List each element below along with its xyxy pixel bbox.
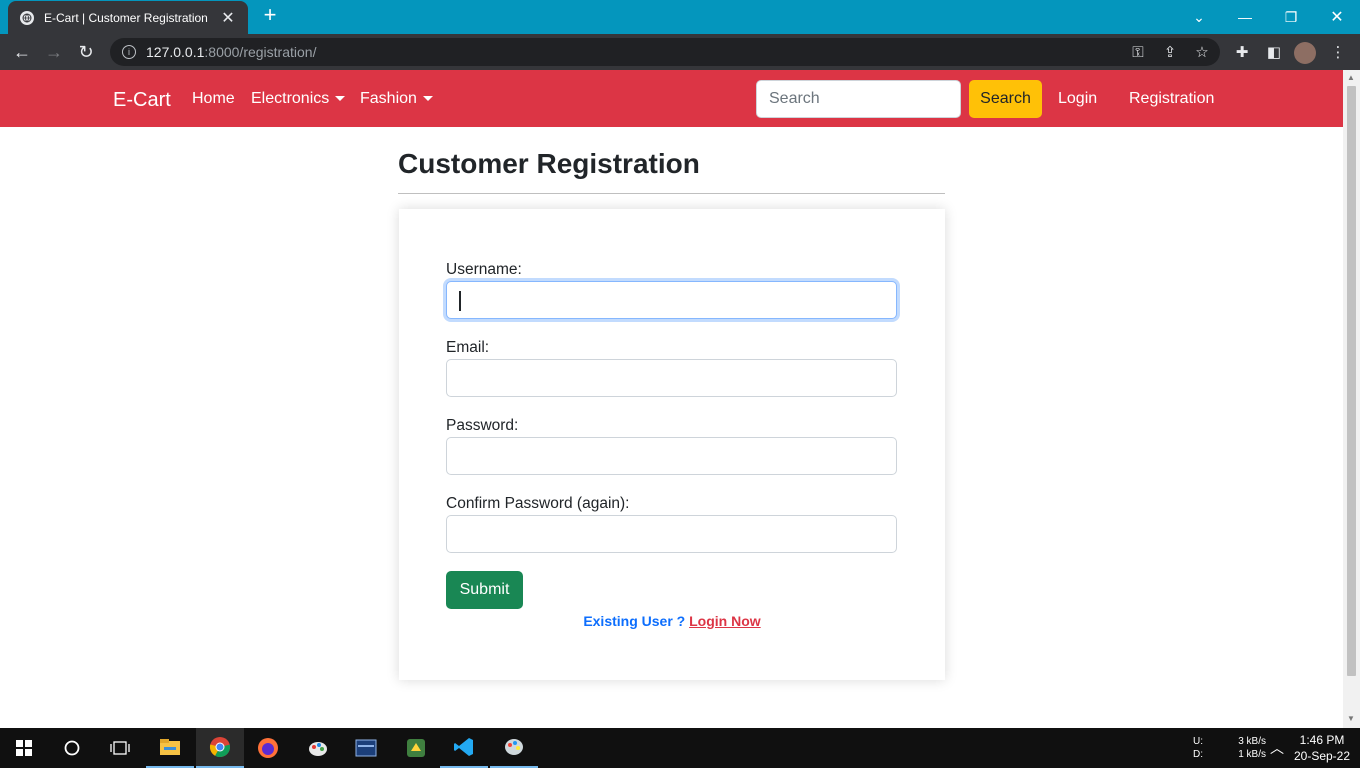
search-input[interactable]	[756, 80, 961, 118]
back-arrow-icon[interactable]: ←	[10, 40, 34, 64]
forward-arrow-icon[interactable]: →	[42, 40, 66, 64]
username-field[interactable]	[446, 281, 897, 319]
email-field[interactable]	[446, 359, 897, 397]
share-icon[interactable]: ⇪	[1158, 40, 1182, 64]
vscode-icon[interactable]	[440, 728, 488, 768]
menu-dots-icon[interactable]: ⋮	[1326, 40, 1350, 64]
nav-home[interactable]: Home	[192, 90, 235, 108]
existing-user-prompt: Existing User ? Login Now	[399, 613, 945, 629]
nav-electronics-label: Electronics	[251, 90, 330, 107]
file-explorer-icon[interactable]	[146, 728, 194, 768]
info-icon[interactable]: i	[122, 45, 136, 59]
net-down-value: 1 kB/s	[1238, 749, 1266, 760]
submit-button[interactable]: Submit	[446, 571, 523, 609]
minimize-button[interactable]: —	[1222, 0, 1268, 34]
confirm-password-label: Confirm Password (again):	[446, 495, 630, 512]
close-window-button[interactable]: ✕	[1314, 0, 1360, 34]
python-app-icon[interactable]	[392, 728, 440, 768]
confirm-password-field[interactable]	[446, 515, 897, 553]
login-now-link[interactable]: Login Now	[689, 613, 761, 629]
browser-tab[interactable]: E-Cart | Customer Registration ✕	[8, 1, 248, 34]
password-field[interactable]	[446, 437, 897, 475]
page-title: Customer Registration	[398, 148, 700, 179]
side-panel-icon[interactable]: ◧	[1262, 40, 1286, 64]
reload-icon[interactable]: ↻	[74, 40, 98, 64]
nav-fashion-dropdown[interactable]: Fashion	[360, 90, 433, 108]
chrome-icon[interactable]	[196, 728, 244, 768]
clock-time: 1:46 PM	[1299, 733, 1345, 747]
scrollbar-thumb[interactable]	[1347, 86, 1356, 676]
url-host: 127.0.0.1	[146, 44, 205, 60]
task-view-icon[interactable]	[96, 728, 144, 768]
url-path: :8000/registration/	[204, 44, 317, 60]
page-scrollbar[interactable]: ▲ ▼	[1343, 70, 1360, 728]
windows-taskbar: U: D: 3 kB/s 1 kB/s ︿ 1:46 PM 20-Sep-22	[0, 728, 1360, 768]
search-button[interactable]: Search	[969, 80, 1042, 118]
net-labels: U: D:	[1193, 735, 1203, 761]
address-bar[interactable]: i 127.0.0.1:8000/registration/	[110, 38, 1220, 66]
net-up-value: 3 kB/s	[1238, 736, 1266, 747]
nav-login[interactable]: Login	[1058, 90, 1097, 108]
nav-electronics-dropdown[interactable]: Electronics	[251, 90, 346, 108]
firefox-icon[interactable]	[244, 728, 292, 768]
caret-down-icon	[335, 96, 346, 102]
nav-fashion-label: Fashion	[360, 90, 417, 107]
tab-search-icon[interactable]: ⌄	[1176, 0, 1222, 34]
paint-app-icon[interactable]	[294, 728, 342, 768]
net-down-label: D:	[1193, 749, 1203, 760]
site-navbar: E-Cart Home Electronics Fashion Search L…	[0, 70, 1343, 127]
brand-link[interactable]: E-Cart	[113, 89, 171, 112]
restore-button[interactable]: ❐	[1268, 0, 1314, 34]
net-values: 3 kB/s 1 kB/s	[1230, 735, 1266, 761]
browser-toolbar: ← → ↻ i 127.0.0.1:8000/registration/ ⚿ ⇪…	[0, 34, 1360, 70]
nav-registration[interactable]: Registration	[1129, 90, 1214, 108]
taskbar-clock[interactable]: 1:46 PM 20-Sep-22	[1292, 732, 1352, 764]
scroll-up-icon[interactable]: ▲	[1347, 73, 1355, 82]
tray-chevron-icon[interactable]: ︿	[1270, 738, 1284, 758]
key-icon[interactable]: ⚿	[1126, 40, 1150, 64]
windows-start-icon[interactable]	[0, 728, 48, 768]
browser-tab-strip: E-Cart | Customer Registration ✕ + ⌄ — ❐…	[0, 0, 1360, 34]
net-up-label: U:	[1193, 736, 1203, 747]
page-viewport: E-Cart Home Electronics Fashion Search L…	[0, 70, 1343, 728]
scroll-down-icon[interactable]: ▼	[1347, 714, 1355, 723]
text-cursor	[459, 291, 461, 311]
mysql-workbench-icon[interactable]	[342, 728, 390, 768]
tab-close-icon[interactable]: ✕	[220, 8, 236, 28]
bookmark-star-icon[interactable]: ☆	[1190, 40, 1214, 64]
existing-user-text: Existing User ?	[583, 613, 686, 629]
email-label: Email:	[446, 339, 490, 356]
username-label: Username:	[446, 261, 522, 278]
caret-down-icon	[422, 96, 433, 102]
cortana-search-icon[interactable]	[48, 728, 96, 768]
profile-avatar[interactable]	[1294, 42, 1316, 64]
title-divider	[398, 193, 945, 194]
clock-date: 20-Sep-22	[1293, 749, 1351, 763]
password-label: Password:	[446, 417, 519, 434]
registration-card: Username: Email: Password: Confirm Passw…	[399, 209, 945, 680]
tab-title: E-Cart | Customer Registration	[44, 10, 208, 25]
extensions-icon[interactable]: ✚	[1230, 40, 1254, 64]
new-tab-button[interactable]: +	[258, 4, 282, 28]
paint-3d-icon[interactable]	[490, 728, 538, 768]
globe-icon	[20, 10, 34, 25]
